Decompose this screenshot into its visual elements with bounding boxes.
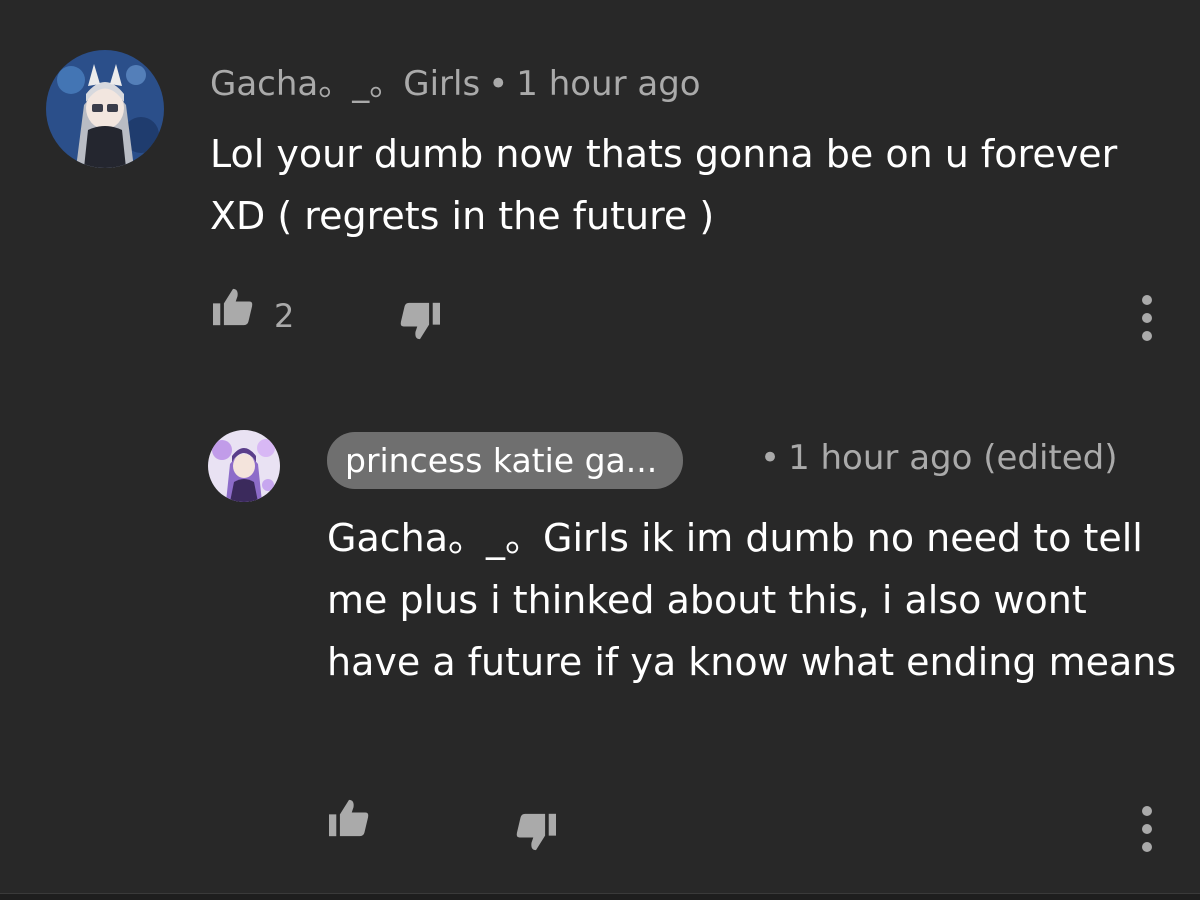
comment-author[interactable]: Gacha。_。Girls bbox=[210, 64, 480, 104]
reply-author-avatar[interactable] bbox=[208, 430, 280, 502]
avatar-image bbox=[46, 50, 164, 168]
comment-timestamp: 1 hour ago bbox=[516, 64, 701, 104]
more-vert-icon[interactable] bbox=[1137, 806, 1157, 852]
reply-timestamp: 1 hour ago (edited) bbox=[788, 438, 1118, 478]
thumbs-down-icon[interactable] bbox=[398, 301, 442, 341]
meta-separator: • bbox=[488, 64, 509, 104]
bottom-divider bbox=[0, 893, 1200, 900]
avatar-image bbox=[208, 430, 280, 502]
thumbs-down-icon[interactable] bbox=[514, 812, 558, 852]
comment-body: Lol your dumb now thats gonna be on u fo… bbox=[210, 132, 1118, 238]
reply-body: Gacha。_。Girls ik im dumb no need to tell… bbox=[327, 516, 1177, 684]
thumbs-up-icon[interactable] bbox=[327, 798, 371, 838]
like-count: 2 bbox=[274, 297, 295, 335]
more-vert-icon[interactable] bbox=[1137, 295, 1157, 341]
meta-separator: • bbox=[760, 438, 781, 478]
reply-meta: • 1 hour ago (edited) bbox=[752, 438, 1118, 478]
comment-meta: Gacha。_。Girls • 1 hour ago bbox=[210, 56, 701, 105]
thumbs-up-icon[interactable] bbox=[211, 287, 255, 327]
comments-screen: Gacha。_。Girls • 1 hour ago Lol your dumb n… bbox=[0, 0, 1200, 900]
reply-author-chip[interactable]: princess katie ga... bbox=[327, 432, 684, 489]
commenter-avatar[interactable] bbox=[46, 50, 164, 168]
